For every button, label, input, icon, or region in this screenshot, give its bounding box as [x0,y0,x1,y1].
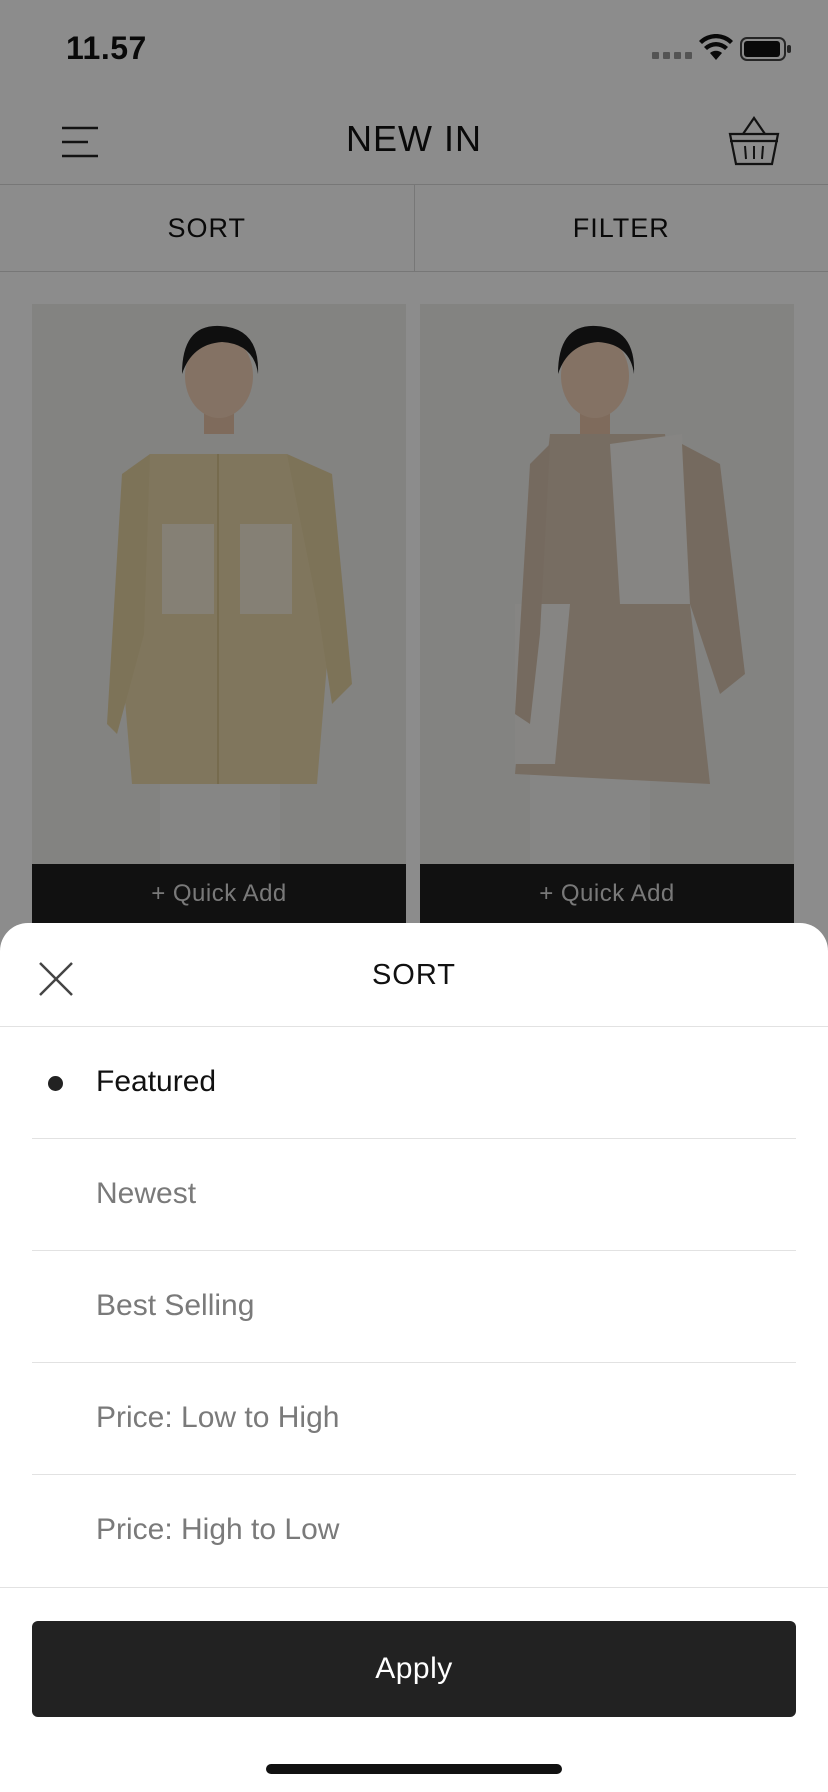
sort-option-newest[interactable]: Newest [32,1139,796,1251]
sheet-header: SORT [0,923,828,1027]
screen: 11.57 NEW IN SORT FILTER + Quick Add + Q… [0,0,828,1792]
sort-option-label: Price: Low to High [96,1401,340,1434]
apply-button[interactable]: Apply [32,1621,796,1717]
sort-option-label: Best Selling [96,1289,255,1322]
sort-bottom-sheet: SORT Featured Newest Best Selling Price:… [0,923,828,1792]
sort-option-price-high-low[interactable]: Price: High to Low [32,1475,796,1587]
sort-option-featured[interactable]: Featured [32,1027,796,1139]
sort-option-price-low-high[interactable]: Price: Low to High [32,1363,796,1475]
selected-dot-icon [48,1076,63,1091]
sort-option-label: Price: High to Low [96,1513,340,1546]
home-indicator[interactable] [266,1764,562,1774]
sheet-title: SORT [371,959,457,991]
divider [0,1587,828,1588]
sort-option-best-selling[interactable]: Best Selling [32,1251,796,1363]
sort-option-label: Newest [96,1177,197,1210]
sort-options-list: Featured Newest Best Selling Price: Low … [32,1027,796,1587]
sort-option-label: Featured [96,1065,217,1098]
